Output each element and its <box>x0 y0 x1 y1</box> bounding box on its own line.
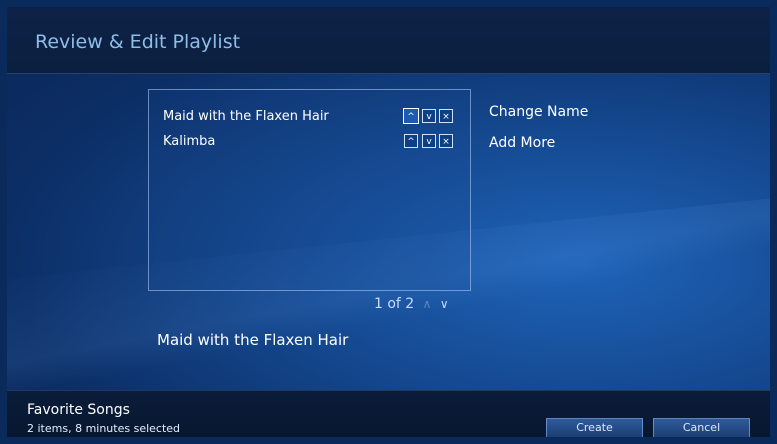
page-up-icon[interactable]: ∧ <box>423 297 432 311</box>
selected-item-title: Maid with the Flaxen Hair <box>157 331 349 349</box>
cancel-button[interactable]: Cancel <box>653 418 750 437</box>
pager: 1 of 2 ∧ ∨ <box>374 296 449 312</box>
footer-bar: Favorite Songs 2 items, 8 minutes select… <box>7 390 770 437</box>
move-down-icon[interactable]: v <box>422 134 436 148</box>
playlist-list: Maid with the Flaxen Hair ^ v × Kalimba … <box>148 89 471 291</box>
playlist-name: Favorite Songs <box>27 402 130 418</box>
move-up-icon[interactable]: ^ <box>404 134 418 148</box>
move-up-icon[interactable]: ^ <box>403 108 419 124</box>
add-more-link[interactable]: Add More <box>489 135 555 151</box>
remove-icon[interactable]: × <box>439 134 453 148</box>
playlist-item-name[interactable]: Maid with the Flaxen Hair <box>163 109 329 124</box>
playlist-row[interactable]: Kalimba ^ v × <box>163 132 463 154</box>
playlist-row[interactable]: Maid with the Flaxen Hair ^ v × <box>163 107 463 129</box>
change-name-link[interactable]: Change Name <box>489 104 588 120</box>
playlist-item-name[interactable]: Kalimba <box>163 134 215 149</box>
pager-text: 1 of 2 <box>374 296 415 312</box>
create-button[interactable]: Create <box>546 418 643 437</box>
move-down-icon[interactable]: v <box>422 109 436 123</box>
page-down-icon[interactable]: ∨ <box>440 297 449 311</box>
page-title: Review & Edit Playlist <box>35 31 241 53</box>
media-center-window: Review & Edit Playlist Maid with the Fla… <box>7 7 770 437</box>
header-bar: Review & Edit Playlist <box>7 7 770 74</box>
remove-icon[interactable]: × <box>439 109 453 123</box>
playlist-info: 2 items, 8 minutes selected <box>27 422 181 435</box>
